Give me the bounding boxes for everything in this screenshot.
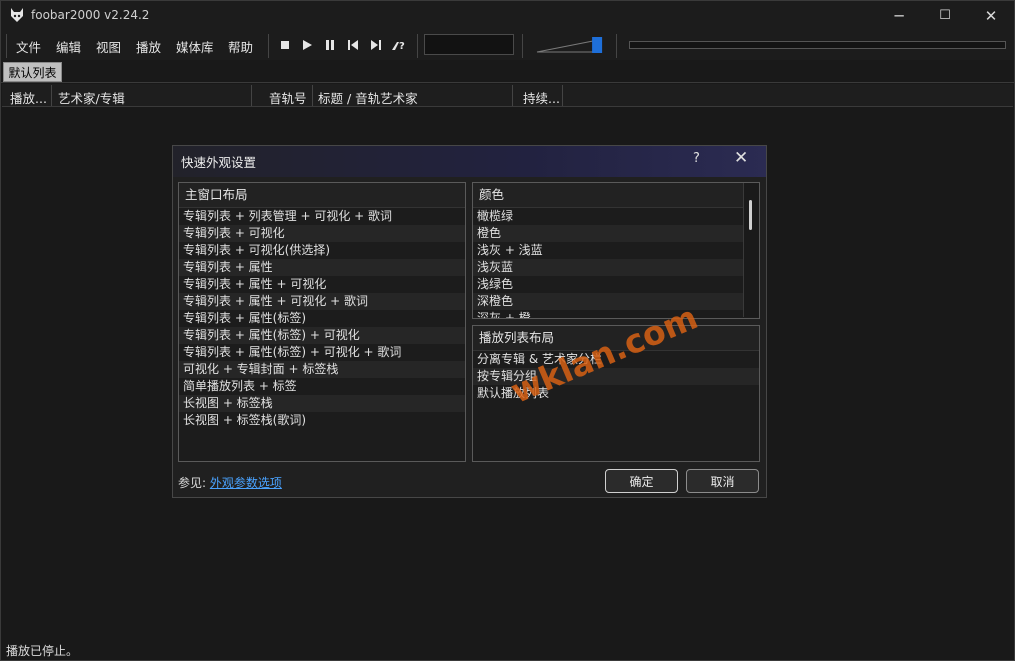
column-separator[interactable] <box>512 85 513 106</box>
list-item[interactable]: 专辑列表 + 属性(标签) + 可视化 <box>179 327 465 344</box>
list-item[interactable]: 专辑列表 + 属性 + 可视化 <box>179 276 465 293</box>
foobar-logo-icon <box>11 8 23 22</box>
title-bar[interactable] <box>0 0 1015 31</box>
toolbar-separator <box>616 34 617 58</box>
toolbar-separator <box>417 34 418 58</box>
ok-button[interactable]: 确定 <box>605 469 678 493</box>
toolbar-grip <box>6 34 7 58</box>
column-artist-album[interactable]: 艺术家/专辑 <box>58 88 125 107</box>
dialog-title-bar[interactable] <box>173 146 766 177</box>
column-separator[interactable] <box>51 85 52 106</box>
column-playing[interactable]: 播放... <box>10 88 47 107</box>
main-layout-header: 主窗口布局 <box>179 183 465 208</box>
dialog-close-button[interactable]: ✕ <box>734 148 748 168</box>
list-item[interactable]: 浅灰 + 浅蓝 <box>473 242 759 259</box>
list-item[interactable]: 长视图 + 标签栈(歌词) <box>179 412 465 429</box>
next-icon[interactable] <box>367 36 385 54</box>
list-item[interactable]: 专辑列表 + 可视化(供选择) <box>179 242 465 259</box>
color-header: 颜色 <box>473 183 759 208</box>
cancel-button[interactable]: 取消 <box>686 469 759 493</box>
dialog-help-button[interactable]: ? <box>693 151 700 166</box>
column-separator[interactable] <box>312 85 313 106</box>
previous-icon[interactable] <box>344 36 362 54</box>
menu-help[interactable]: 帮助 <box>228 37 253 56</box>
list-item[interactable]: 橄榄绿 <box>473 208 759 225</box>
column-separator[interactable] <box>251 85 252 106</box>
list-item[interactable]: 简单播放列表 + 标签 <box>179 378 465 395</box>
tab-divider <box>0 82 1015 83</box>
list-item[interactable]: 可视化 + 专辑封面 + 标签栈 <box>179 361 465 378</box>
color-panel: 颜色 橄榄绿 橙色 浅灰 + 浅蓝 浅灰蓝 浅绿色 深橙色 深灰 + 橙 <box>472 182 760 319</box>
toolbar-separator <box>268 34 269 58</box>
random-icon[interactable]: ? <box>390 36 408 54</box>
list-item[interactable]: 专辑列表 + 属性(标签) + 可视化 + 歌词 <box>179 344 465 361</box>
column-separator[interactable] <box>562 85 563 106</box>
svg-text:?: ? <box>399 41 405 52</box>
see-also-label: 参见: <box>178 476 210 490</box>
window-title: foobar2000 v2.24.2 <box>31 8 150 22</box>
minimize-button[interactable]: ─ <box>876 0 922 31</box>
menu-playback[interactable]: 播放 <box>136 37 161 56</box>
menu-view[interactable]: 视图 <box>96 37 121 56</box>
close-window-button[interactable]: ✕ <box>968 0 1014 31</box>
menu-edit[interactable]: 编辑 <box>56 37 81 56</box>
column-track-number[interactable]: 音轨号 <box>269 88 307 107</box>
see-also-text: 参见: 外观参数选项 <box>178 474 282 491</box>
main-layout-panel: 主窗口布局 专辑列表 + 列表管理 + 可视化 + 歌词 专辑列表 + 可视化 专辑… <box>178 182 466 462</box>
list-item[interactable]: 浅绿色 <box>473 276 759 293</box>
dialog-title: 快速外观设置 <box>181 155 257 170</box>
list-item[interactable]: 长视图 + 标签栈 <box>179 395 465 412</box>
column-duration[interactable]: 持续... <box>523 88 560 107</box>
stop-icon[interactable] <box>276 36 294 54</box>
scrollbar-thumb[interactable] <box>749 200 752 230</box>
menu-file[interactable]: 文件 <box>16 37 41 56</box>
column-title-track-artist[interactable]: 标题 / 音轨艺术家 <box>318 88 418 107</box>
list-item[interactable]: 专辑列表 + 可视化 <box>179 225 465 242</box>
list-item[interactable]: 深橙色 <box>473 293 759 310</box>
list-item[interactable]: 专辑列表 + 属性 <box>179 259 465 276</box>
list-item[interactable]: 专辑列表 + 属性 + 可视化 + 歌词 <box>179 293 465 310</box>
list-item[interactable]: 深灰 + 橙 <box>473 310 759 318</box>
list-item[interactable]: 橙色 <box>473 225 759 242</box>
main-layout-list[interactable]: 专辑列表 + 列表管理 + 可视化 + 歌词 专辑列表 + 可视化 专辑列表 + 可… <box>179 208 465 429</box>
maximize-button[interactable]: ☐ <box>922 0 968 31</box>
status-bar-text: 播放已停止。 <box>6 644 79 658</box>
list-item[interactable]: 专辑列表 + 属性(标签) <box>179 310 465 327</box>
toolbar-separator <box>522 34 523 58</box>
menu-library[interactable]: 媒体库 <box>176 37 214 56</box>
tab-default-playlist[interactable]: 默认列表 <box>3 62 62 82</box>
volume-thumb[interactable] <box>592 37 603 53</box>
list-item[interactable]: 专辑列表 + 列表管理 + 可视化 + 歌词 <box>179 208 465 225</box>
playlist-column-header <box>2 84 1013 107</box>
pause-icon[interactable] <box>321 36 339 54</box>
color-list[interactable]: 橄榄绿 橙色 浅灰 + 浅蓝 浅灰蓝 浅绿色 深橙色 深灰 + 橙 <box>473 208 759 318</box>
play-icon[interactable] <box>298 36 316 54</box>
seek-bar[interactable] <box>629 41 1006 49</box>
playback-time-display <box>424 34 514 55</box>
list-item[interactable]: 浅灰蓝 <box>473 259 759 276</box>
appearance-preferences-link[interactable]: 外观参数选项 <box>210 476 282 490</box>
volume-slider[interactable] <box>535 35 605 55</box>
